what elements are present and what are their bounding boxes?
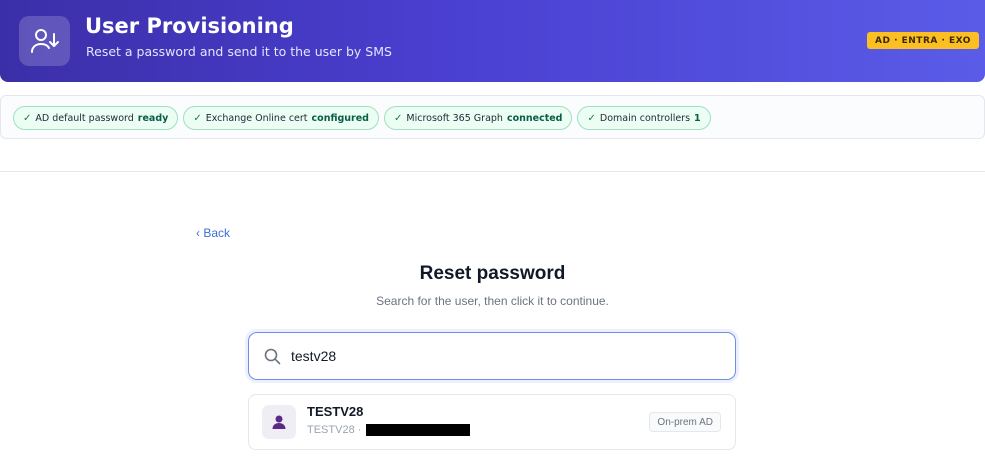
status-chip-ad-password: ✓ AD default password ready — [13, 106, 179, 130]
chip-value: configured — [311, 112, 369, 124]
chip-value: ready — [137, 112, 169, 124]
app-subtitle: Reset a password and send it to the user… — [86, 44, 392, 59]
check-icon: ✓ — [394, 112, 403, 124]
chip-label: Exchange Online cert — [205, 112, 308, 124]
user-arrow-down-icon — [19, 16, 70, 66]
user-result-name: TESTV28 — [307, 404, 364, 419]
check-icon: ✓ — [193, 112, 202, 124]
page-title: Reset password — [419, 263, 566, 284]
chip-label: Domain controllers — [599, 112, 691, 124]
status-chip-domain-controllers: ✓ Domain controllers 1 — [577, 106, 711, 130]
chip-label: AD default password — [35, 112, 134, 124]
page-subtitle: Search for the user, then click it to co… — [376, 294, 609, 308]
check-icon: ✓ — [23, 112, 32, 124]
user-result-details: TESTV28 · — [307, 424, 471, 436]
search-input[interactable] — [291, 345, 721, 367]
status-chip-exchange-cert: ✓ Exchange Online cert configured — [183, 106, 379, 130]
status-chip-graph: ✓ Microsoft 365 Graph connected — [384, 106, 573, 130]
source-tag: On-prem AD — [649, 412, 721, 432]
chip-value: 1 — [694, 112, 701, 124]
status-bar: ✓ AD default password ready ✓ Exchange O… — [0, 95, 985, 139]
user-result-item[interactable]: TESTV28 TESTV28 · On-prem AD — [248, 394, 736, 450]
app-title: User Provisioning — [85, 14, 294, 38]
chip-value: connected — [506, 112, 563, 124]
search-box[interactable] — [248, 332, 736, 380]
user-result-account: TESTV28 · — [307, 424, 362, 436]
redacted-field — [366, 424, 471, 436]
check-icon: ✓ — [587, 112, 596, 124]
service-badge: AD · ENTRA · EXO — [867, 32, 979, 49]
app-header: User Provisioning Reset a password and s… — [0, 0, 985, 82]
back-link[interactable]: ‹ Back — [196, 226, 230, 240]
status-chips: ✓ AD default password ready ✓ Exchange O… — [13, 106, 711, 130]
user-icon — [262, 405, 296, 439]
chip-label: Microsoft 365 Graph — [406, 112, 503, 124]
divider — [0, 171, 985, 172]
search-icon — [264, 348, 281, 370]
